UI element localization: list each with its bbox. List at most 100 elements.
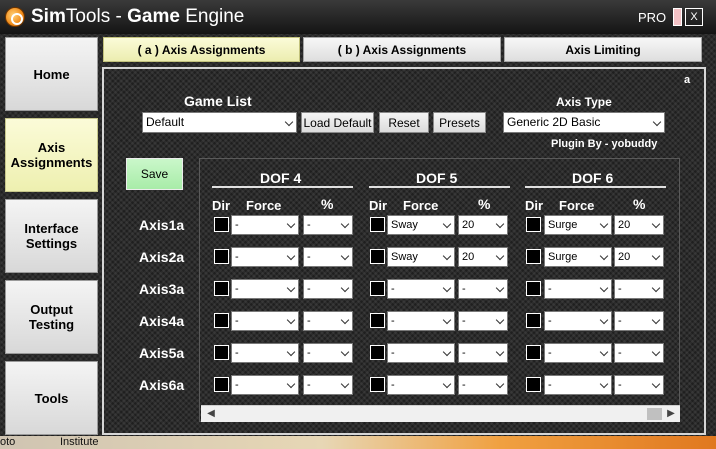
dof6-percent-select[interactable]: 20 [614, 215, 664, 235]
dof4-divider [212, 186, 353, 188]
scrollbar-thumb[interactable] [647, 408, 662, 420]
scroll-left-icon[interactable]: ◀ [203, 406, 219, 422]
dof5-dir-checkbox[interactable] [370, 377, 385, 392]
dof6-percent-select[interactable]: - [614, 375, 664, 395]
chevron-down-icon [651, 251, 661, 261]
chevron-down-icon [286, 219, 296, 229]
dof6-force-select[interactable]: Surge [544, 247, 612, 267]
dof4-percent-select[interactable]: - [303, 279, 353, 299]
dof4-dir-checkbox[interactable] [214, 377, 229, 392]
chevron-down-icon [340, 315, 350, 325]
dof4-force-select[interactable]: - [231, 311, 299, 331]
dof5-force-select[interactable]: - [387, 311, 455, 331]
nav-home-button[interactable]: Home [5, 37, 98, 111]
chevron-down-icon [442, 219, 452, 229]
game-list-select[interactable]: Default [142, 112, 297, 133]
dof5-dir-checkbox[interactable] [370, 313, 385, 328]
chevron-down-icon [442, 379, 452, 389]
nav-axis-assignments-button[interactable]: Axis Assignments [5, 118, 98, 192]
axis-label: Axis6a [139, 377, 185, 393]
dof4-dir-checkbox[interactable] [214, 345, 229, 360]
chevron-down-icon [442, 347, 452, 357]
chevron-down-icon [442, 283, 452, 293]
dof5-percent-header: % [478, 196, 491, 212]
dof6-dir-checkbox[interactable] [526, 345, 541, 360]
desktop-label: Institute [60, 436, 99, 448]
plugin-author-label: Plugin By - yobuddy [551, 138, 658, 150]
dof4-percent-select[interactable]: - [303, 311, 353, 331]
dof6-percent-select[interactable]: - [614, 311, 664, 331]
dof4-dir-checkbox[interactable] [214, 249, 229, 264]
chevron-down-icon [284, 117, 294, 127]
scroll-right-icon[interactable]: ▶ [663, 406, 679, 422]
dof4-dir-checkbox[interactable] [214, 281, 229, 296]
nav-output-testing-button[interactable]: Output Testing [5, 280, 98, 354]
dof6-divider [525, 186, 666, 188]
axis-type-select[interactable]: Generic 2D Basic [503, 112, 665, 133]
title-bar[interactable]: SimTools - Game Engine PRO X [0, 0, 716, 34]
dof6-force-select[interactable]: Surge [544, 215, 612, 235]
dof5-dir-checkbox[interactable] [370, 249, 385, 264]
load-default-button[interactable]: Load Default [301, 112, 374, 133]
dof4-force-header: Force [246, 198, 282, 213]
nav-interface-settings-button[interactable]: Interface Settings [5, 199, 98, 273]
dof4-dir-checkbox[interactable] [214, 313, 229, 328]
dof4-force-select[interactable]: - [231, 375, 299, 395]
dof6-force-select[interactable]: - [544, 343, 612, 363]
dof6-dir-checkbox[interactable] [526, 217, 541, 232]
dof4-percent-select[interactable]: - [303, 343, 353, 363]
dof5-percent-select[interactable]: - [458, 279, 508, 299]
dof6-percent-select[interactable]: - [614, 343, 664, 363]
dof6-percent-select[interactable]: - [614, 279, 664, 299]
dof6-force-select[interactable]: - [544, 375, 612, 395]
chevron-down-icon [599, 251, 609, 261]
chevron-down-icon [651, 283, 661, 293]
dof5-dir-checkbox[interactable] [370, 281, 385, 296]
dof4-dir-checkbox[interactable] [214, 217, 229, 232]
dof4-percent-select[interactable]: - [303, 247, 353, 267]
chevron-down-icon [495, 347, 505, 357]
dof4-force-select[interactable]: - [231, 215, 299, 235]
close-button[interactable]: X [685, 8, 703, 26]
tab-axis-assignments-a[interactable]: ( a ) Axis Assignments [103, 37, 300, 62]
reset-button[interactable]: Reset [379, 112, 429, 133]
dof6-force-select[interactable]: - [544, 311, 612, 331]
game-list-label: Game List [184, 93, 252, 109]
dof5-percent-select[interactable]: - [458, 311, 508, 331]
chevron-down-icon [340, 219, 350, 229]
dof4-percent-select[interactable]: - [303, 375, 353, 395]
dof4-force-select[interactable]: - [231, 279, 299, 299]
dof5-dir-checkbox[interactable] [370, 345, 385, 360]
dof4-force-select[interactable]: - [231, 247, 299, 267]
dof6-dir-checkbox[interactable] [526, 249, 541, 264]
nav-tools-button[interactable]: Tools [5, 361, 98, 435]
dof4-percent-select[interactable]: - [303, 215, 353, 235]
dof5-force-select[interactable]: - [387, 279, 455, 299]
horizontal-scrollbar[interactable]: ◀ ▶ [201, 405, 680, 422]
chevron-down-icon [340, 347, 350, 357]
chevron-down-icon [599, 219, 609, 229]
dof6-dir-checkbox[interactable] [526, 313, 541, 328]
dof5-force-select[interactable]: - [387, 343, 455, 363]
dof4-force-select[interactable]: - [231, 343, 299, 363]
dof5-percent-select[interactable]: - [458, 343, 508, 363]
dof5-percent-select[interactable]: 20 [458, 247, 508, 267]
dof5-percent-select[interactable]: - [458, 375, 508, 395]
dof5-dir-checkbox[interactable] [370, 217, 385, 232]
dof5-force-select[interactable]: Sway [387, 215, 455, 235]
presets-button[interactable]: Presets [433, 112, 486, 133]
dof5-percent-select[interactable]: 20 [458, 215, 508, 235]
dof6-percent-select[interactable]: 20 [614, 247, 664, 267]
save-button[interactable]: Save [126, 158, 183, 190]
dof6-dir-checkbox[interactable] [526, 281, 541, 296]
chevron-down-icon [495, 283, 505, 293]
chevron-down-icon [651, 379, 661, 389]
dof6-dir-checkbox[interactable] [526, 377, 541, 392]
dof6-force-select[interactable]: - [544, 279, 612, 299]
dof5-force-select[interactable]: - [387, 375, 455, 395]
tab-axis-assignments-b[interactable]: ( b ) Axis Assignments [303, 37, 501, 62]
tab-axis-limiting[interactable]: Axis Limiting [504, 37, 702, 62]
dof5-force-select[interactable]: Sway [387, 247, 455, 267]
minimize-button[interactable] [673, 8, 682, 26]
chevron-down-icon [286, 251, 296, 261]
